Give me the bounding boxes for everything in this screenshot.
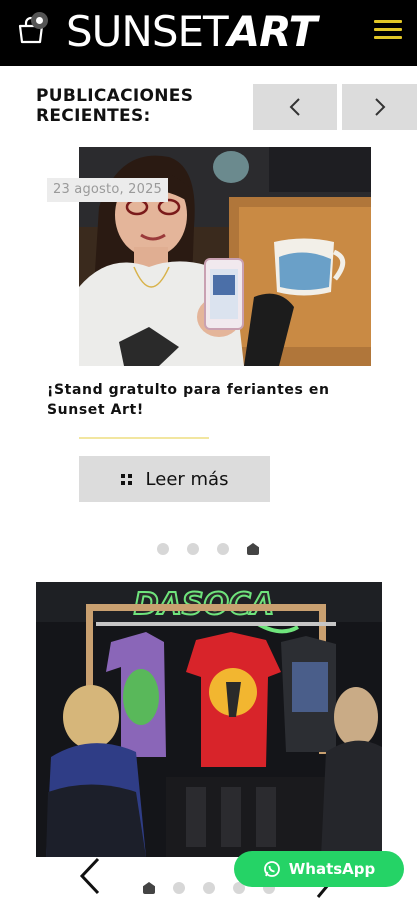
carousel-pagination bbox=[157, 543, 259, 555]
whatsapp-icon bbox=[263, 861, 280, 877]
section-title: PUBLICACIONES RECIENTES: bbox=[36, 86, 194, 126]
read-more-label: Leer más bbox=[145, 468, 229, 490]
store-gallery-image[interactable]: DASOCA bbox=[36, 582, 382, 857]
post-date: 23 agosto, 2025 bbox=[47, 178, 169, 202]
gallery-dot-1-active[interactable] bbox=[143, 882, 155, 894]
site-logo[interactable]: SUNSETART bbox=[66, 6, 318, 58]
logo-text-light: SUNSET bbox=[66, 7, 229, 56]
grid-icon bbox=[120, 473, 132, 485]
whatsapp-button[interactable]: WhatsApp bbox=[234, 851, 404, 887]
cart-count-badge bbox=[31, 12, 48, 29]
carousel-next-button[interactable] bbox=[342, 84, 417, 130]
pagination-dot-2[interactable] bbox=[187, 543, 199, 555]
pagination-dot-3[interactable] bbox=[217, 543, 229, 555]
logo-text-bold: ART bbox=[227, 7, 318, 56]
pagination-dot-1[interactable] bbox=[157, 543, 169, 555]
read-more-button[interactable]: Leer más bbox=[79, 456, 270, 502]
gallery-dot-3[interactable] bbox=[203, 882, 215, 894]
title-divider bbox=[79, 437, 209, 439]
post-title[interactable]: ¡Stand gratulto para feriantes en Sunset… bbox=[47, 380, 377, 420]
chevron-left-icon bbox=[289, 98, 300, 116]
gallery-dot-2[interactable] bbox=[173, 882, 185, 894]
carousel-prev-button[interactable] bbox=[253, 84, 337, 130]
gallery-prev-arrow-icon[interactable] bbox=[74, 855, 104, 897]
site-header: SUNSETART bbox=[0, 0, 417, 66]
chevron-right-icon bbox=[375, 98, 386, 116]
pagination-dot-4-active[interactable] bbox=[247, 543, 259, 555]
whatsapp-label: WhatsApp bbox=[288, 860, 376, 878]
hamburger-menu-icon[interactable] bbox=[374, 20, 402, 44]
